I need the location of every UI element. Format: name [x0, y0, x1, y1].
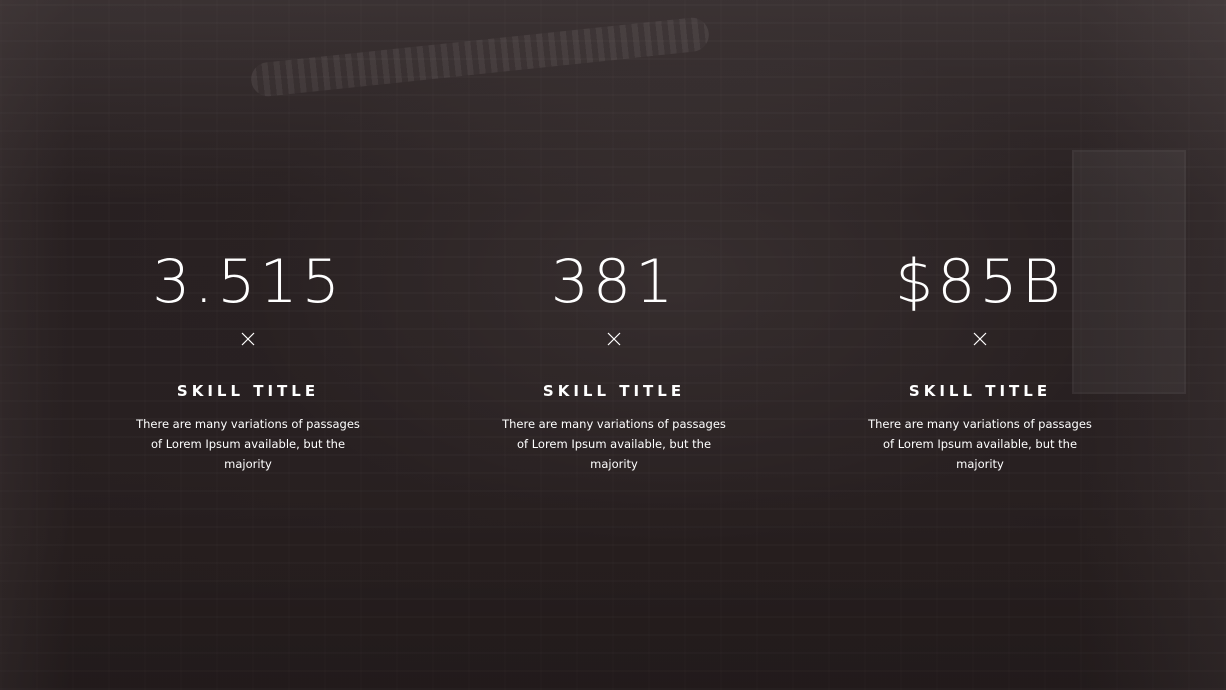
stat-block: 3.515 SKILL TITLE There are many variati…	[118, 244, 378, 474]
stat-value: 3.515	[152, 247, 344, 317]
stat-block: 381 SKILL TITLE There are many variation…	[484, 244, 744, 474]
stat-title: SKILL TITLE	[908, 382, 1052, 400]
stat-title: SKILL TITLE	[176, 382, 320, 400]
close-icon	[973, 332, 987, 346]
stat-description: There are many variations of passages of…	[136, 417, 360, 471]
stat-title: SKILL TITLE	[542, 382, 686, 400]
stat-block: $85B SKILL TITLE There are many variatio…	[850, 244, 1110, 474]
stats-row: 3.515 SKILL TITLE There are many variati…	[0, 244, 1226, 484]
close-icon	[241, 332, 255, 346]
stat-value: 381	[550, 247, 678, 317]
background-ceiling-duct	[249, 16, 711, 98]
stat-description: There are many variations of passages of…	[502, 417, 726, 471]
close-icon	[607, 332, 621, 346]
stat-value: $85B	[895, 247, 1065, 317]
stat-description: There are many variations of passages of…	[868, 417, 1092, 471]
